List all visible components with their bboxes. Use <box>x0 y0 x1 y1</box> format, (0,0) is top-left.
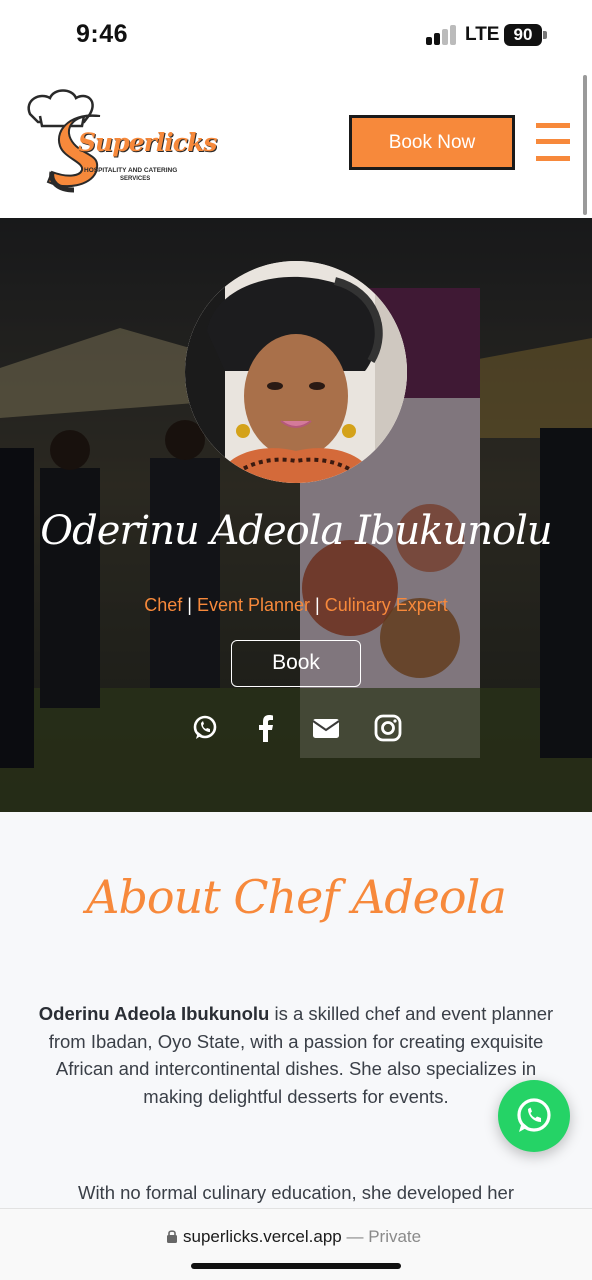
battery-tip <box>543 31 547 39</box>
whatsapp-chat-button[interactable] <box>498 1080 570 1152</box>
url-domain: superlicks.vercel.app <box>183 1227 342 1246</box>
home-indicator[interactable] <box>191 1263 401 1269</box>
chef-portrait-image <box>185 261 407 483</box>
url-private-label: — Private <box>341 1227 422 1246</box>
battery-icon: 90 <box>504 24 542 46</box>
role-culinary-expert: Culinary Expert <box>324 595 448 615</box>
role-separator: | <box>187 595 197 615</box>
chef-avatar <box>185 261 407 483</box>
envelope-icon[interactable] <box>312 714 340 742</box>
logo-subtext: HOSPITALITY AND CATERING <box>84 167 178 174</box>
chef-name-heading: Oderinu Adeola Ibukunolu <box>40 508 552 554</box>
whatsapp-icon[interactable] <box>191 714 219 742</box>
url-text[interactable]: superlicks.vercel.app — Private <box>183 1227 421 1247</box>
role-chef: Chef <box>144 595 183 615</box>
browser-address-bar[interactable]: superlicks.vercel.app — Private <box>0 1208 592 1280</box>
about-heading: About Chef Adeola <box>86 870 507 924</box>
facebook-icon[interactable] <box>252 714 280 742</box>
about-paragraph-1: Oderinu Adeola Ibukunolu is a skilled ch… <box>26 1000 566 1110</box>
hero-book-button[interactable]: Book <box>231 640 361 687</box>
whatsapp-icon <box>517 1098 551 1132</box>
superlicks-logo[interactable]: Superlicks HOSPITALITY AND CATERING SERV… <box>22 86 217 198</box>
chef-roles: Chef | Event Planner | Culinary Expert <box>0 595 592 616</box>
site-header: Superlicks HOSPITALITY AND CATERING SERV… <box>0 70 592 218</box>
book-now-button[interactable]: Book Now <box>349 115 515 170</box>
logo-subtext-2: SERVICES <box>120 176 151 182</box>
network-label: LTE <box>465 24 500 45</box>
status-time: 9:46 <box>76 20 129 48</box>
instagram-icon[interactable] <box>374 714 402 742</box>
about-chef-name: Oderinu Adeola Ibukunolu <box>38 1003 270 1024</box>
status-bar: 9:46 LTE 90 <box>0 0 592 70</box>
lock-icon <box>167 1230 177 1243</box>
logo-wordmark: Superlicks <box>78 128 217 157</box>
hero-section: Oderinu Adeola Ibukunolu Chef | Event Pl… <box>0 218 592 812</box>
scrollbar[interactable] <box>583 75 587 215</box>
hamburger-menu-icon[interactable] <box>536 123 570 161</box>
role-separator: | <box>315 595 325 615</box>
about-paragraph-2: With no formal culinary education, she d… <box>77 1182 515 1203</box>
signal-icon <box>426 25 458 45</box>
role-event-planner: Event Planner <box>196 595 311 615</box>
